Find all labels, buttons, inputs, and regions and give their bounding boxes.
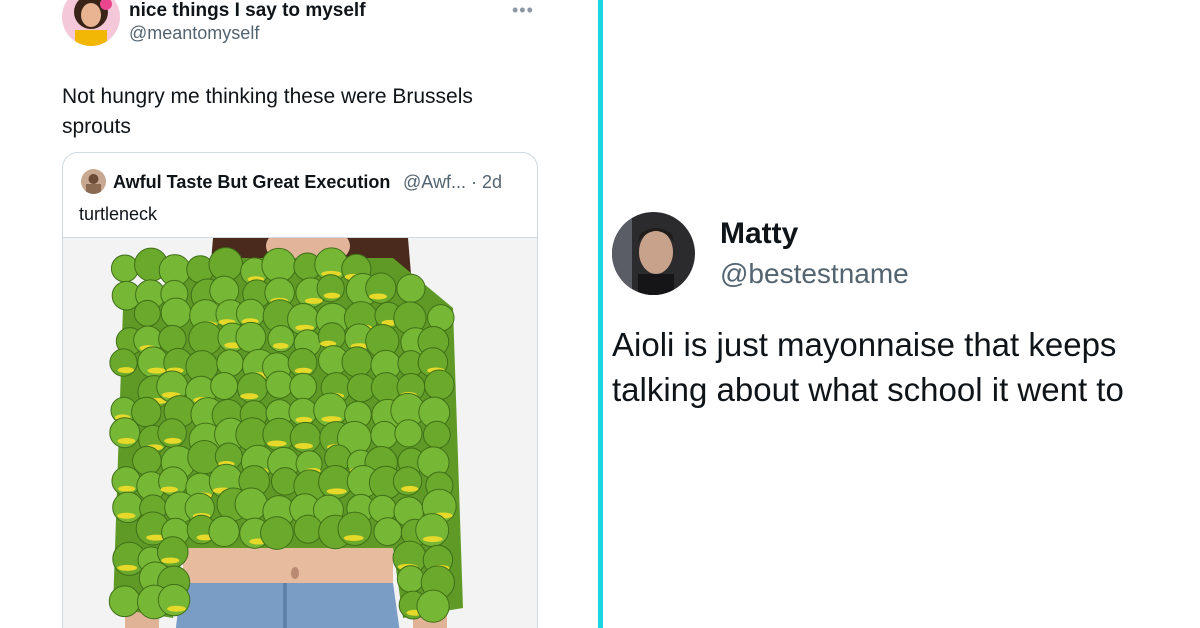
plush-turtle <box>394 419 423 448</box>
plush-turtle <box>208 515 240 548</box>
turtle-belly <box>167 605 186 612</box>
plush-turtle <box>373 517 403 547</box>
turtleneck-sweater-photo[interactable] <box>63 224 537 628</box>
quote-text: turtleneck <box>79 204 158 224</box>
plush-turtle <box>422 420 451 449</box>
quote-meta: @Awf... · 2d <box>403 172 502 192</box>
turtle-belly <box>267 440 287 447</box>
plush-turtle <box>416 589 450 623</box>
turtle-belly <box>117 367 135 374</box>
turtle-belly <box>343 534 364 541</box>
turtle-belly <box>368 293 388 300</box>
plush-turtle <box>160 297 192 329</box>
plush-turtle <box>341 346 373 378</box>
turtle-belly <box>294 443 313 450</box>
author-handle[interactable]: @meantomyself <box>129 23 259 44</box>
plush-turtle <box>110 254 139 283</box>
turtle-belly <box>401 485 419 492</box>
plush-turtle <box>210 371 239 400</box>
right-tweet-panel: Matty @bestestname Aioli is just mayonna… <box>603 0 1200 628</box>
turtle-belly <box>295 416 313 423</box>
tweet-text: Aioli is just mayonnaise that keeps talk… <box>612 326 1124 408</box>
plush-turtle <box>234 487 268 521</box>
turtle-belly <box>147 367 166 374</box>
quote-author-name[interactable]: Awful Taste But Great Execution <box>113 172 390 193</box>
turtle-belly <box>117 437 136 444</box>
turtle-belly <box>422 536 443 543</box>
plush-turtle <box>293 514 323 544</box>
turtle-belly <box>164 437 182 444</box>
turtle-belly <box>326 488 347 495</box>
plush-turtle <box>188 321 223 356</box>
turtle-belly <box>161 557 180 564</box>
plush-turtle <box>396 565 425 593</box>
turtle-belly <box>240 393 259 400</box>
plush-turtle <box>289 372 318 401</box>
quote-author-avatar[interactable] <box>81 169 106 194</box>
plush-turtle <box>396 273 426 304</box>
plush-turtle <box>370 420 399 450</box>
turtle-belly <box>160 486 178 493</box>
quoted-tweet[interactable]: Awful Taste But Great Execution @Awf... … <box>62 152 538 628</box>
turtle-belly <box>321 416 342 423</box>
turtle-belly <box>118 485 136 492</box>
plush-turtle <box>235 321 267 353</box>
tweet-text: Not hungry me thinking these were Brusse… <box>62 85 473 138</box>
author-name[interactable]: Matty <box>720 217 798 251</box>
author-handle[interactable]: @bestestname <box>720 258 909 290</box>
turtle-belly <box>304 297 323 304</box>
author-avatar[interactable] <box>62 0 120 46</box>
plush-turtle <box>108 585 141 618</box>
author-name[interactable]: nice things I say to myself <box>129 0 366 22</box>
plush-turtle <box>265 370 294 399</box>
plush-turtle <box>132 445 162 476</box>
turtle-belly <box>272 342 289 349</box>
turtle-belly <box>117 564 138 571</box>
plush-turtle <box>133 299 161 327</box>
plush-turtle <box>260 516 294 550</box>
plush-turtle <box>423 369 455 401</box>
more-horizontal-icon[interactable]: ••• <box>512 0 534 21</box>
left-tweet-panel: nice things I say to myself @meantomysel… <box>0 0 598 628</box>
turtle-belly <box>117 512 136 519</box>
plush-turtle <box>261 247 297 283</box>
author-avatar[interactable] <box>612 212 695 295</box>
turtle-belly <box>323 292 341 299</box>
